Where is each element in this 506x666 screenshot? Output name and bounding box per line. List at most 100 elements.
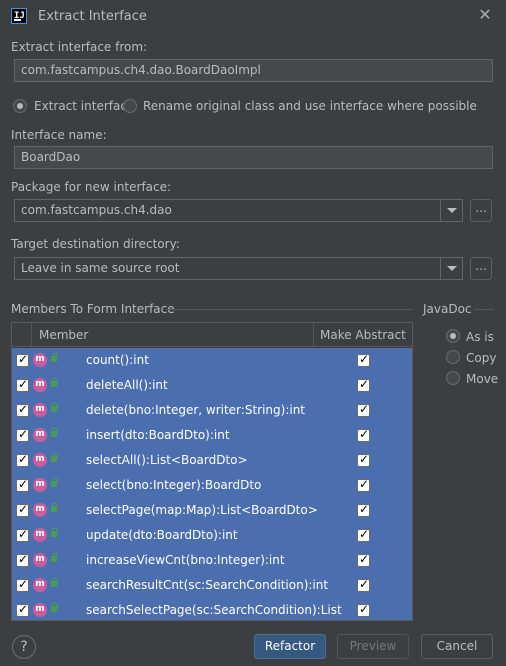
- package-combo[interactable]: com.fastcampus.ch4.dao: [14, 199, 463, 222]
- extract-from-label: Extract interface from:: [11, 40, 148, 54]
- rename-original-radio[interactable]: [123, 99, 137, 113]
- table-row[interactable]: m deleteAll():int: [12, 373, 412, 398]
- make-abstract-checkbox[interactable]: [357, 452, 370, 467]
- interface-name-label: Interface name:: [11, 128, 107, 142]
- member-signature: insert(dto:BoardDto):int: [86, 428, 230, 442]
- rename-original-label[interactable]: Rename original class and use interface …: [143, 99, 477, 113]
- member-signature: deleteAll():int: [86, 378, 168, 392]
- lock-icon: [51, 503, 58, 512]
- make-abstract-checkbox[interactable]: [357, 477, 370, 492]
- method-icon: m: [33, 378, 47, 392]
- member-signature: select(bno:Integer):BoardDto: [86, 478, 262, 492]
- preview-button[interactable]: Preview: [337, 634, 409, 659]
- chevron-down-icon[interactable]: [440, 258, 462, 279]
- make-abstract-checkbox[interactable]: [357, 377, 370, 392]
- lock-icon: [51, 603, 58, 612]
- method-icon: m: [33, 603, 47, 617]
- member-checkbox[interactable]: [16, 402, 29, 417]
- interface-name-field[interactable]: BoardDao: [14, 146, 493, 169]
- table-row[interactable]: m delete(bno:Integer, writer:String):int: [12, 398, 412, 423]
- member-signature: searchResultCnt(sc:SearchCondition):int: [86, 578, 329, 592]
- lock-icon: [51, 528, 58, 537]
- member-checkbox[interactable]: [16, 352, 29, 367]
- member-checkbox[interactable]: [16, 527, 29, 542]
- table-row[interactable]: m count():int: [12, 348, 412, 373]
- members-table[interactable]: Member Make Abstract m count():int m delet…: [11, 322, 413, 621]
- table-row[interactable]: m select(bno:Integer):BoardDto: [12, 473, 412, 498]
- member-checkbox[interactable]: [16, 377, 29, 392]
- chevron-down-icon[interactable]: [440, 200, 462, 221]
- javadoc-move-radio[interactable]: [446, 371, 460, 385]
- lock-icon: [51, 353, 58, 362]
- make-abstract-checkbox[interactable]: [357, 352, 370, 367]
- lock-icon: [51, 378, 58, 387]
- members-separator: [166, 309, 413, 310]
- method-icon: m: [33, 353, 47, 367]
- method-icon: m: [33, 478, 47, 492]
- javadoc-copy-radio[interactable]: [446, 350, 460, 364]
- javadoc-copy-label[interactable]: Copy: [466, 351, 496, 365]
- help-button[interactable]: ?: [12, 635, 36, 659]
- method-icon: m: [33, 453, 47, 467]
- method-icon: m: [33, 578, 47, 592]
- table-row[interactable]: m increaseViewCnt(bno:Integer):int: [12, 548, 412, 573]
- member-checkbox[interactable]: [16, 552, 29, 567]
- package-value: com.fastcampus.ch4.dao: [21, 203, 172, 217]
- method-icon: m: [33, 528, 47, 542]
- table-row[interactable]: m selectAll():List<BoardDto>: [12, 448, 412, 473]
- javadoc-title: JavaDoc: [423, 302, 472, 316]
- lock-icon: [51, 478, 58, 487]
- lock-icon: [51, 578, 58, 587]
- make-abstract-checkbox[interactable]: [357, 502, 370, 517]
- lock-icon: [51, 403, 58, 412]
- refactor-button[interactable]: Refactor: [254, 634, 326, 659]
- cancel-button[interactable]: Cancel: [421, 634, 493, 659]
- method-icon: m: [33, 503, 47, 517]
- javadoc-move-label[interactable]: Move: [466, 372, 498, 386]
- method-icon: m: [33, 428, 47, 442]
- target-dir-combo[interactable]: Leave in same source root: [14, 257, 463, 280]
- table-row[interactable]: m selectPage(map:Map):List<BoardDto>: [12, 498, 412, 523]
- member-signature: increaseViewCnt(bno:Integer):int: [86, 553, 285, 567]
- target-dir-browse-button[interactable]: ...: [470, 257, 492, 280]
- member-signature: update(dto:BoardDto):int: [86, 528, 238, 542]
- method-icon: m: [33, 553, 47, 567]
- make-abstract-checkbox[interactable]: [357, 527, 370, 542]
- table-row[interactable]: m insert(dto:BoardDto):int: [12, 423, 412, 448]
- javadoc-separator: [474, 309, 494, 310]
- make-abstract-checkbox[interactable]: [357, 602, 370, 617]
- column-divider: [31, 323, 32, 347]
- extract-from-field[interactable]: com.fastcampus.ch4.dao.BoardDaoImpl: [14, 59, 493, 82]
- member-checkbox[interactable]: [16, 452, 29, 467]
- member-checkbox[interactable]: [16, 502, 29, 517]
- javadoc-as-is-radio[interactable]: [446, 329, 460, 343]
- package-browse-button[interactable]: ...: [470, 199, 492, 222]
- members-section-title: Members To Form Interface: [11, 302, 175, 316]
- target-dir-label: Target destination directory:: [11, 237, 180, 251]
- make-abstract-checkbox[interactable]: [357, 552, 370, 567]
- javadoc-as-is-label[interactable]: As is: [466, 330, 494, 344]
- table-row[interactable]: m update(dto:BoardDto):int: [12, 523, 412, 548]
- make-abstract-checkbox[interactable]: [357, 427, 370, 442]
- close-icon[interactable]: ✕: [476, 6, 494, 24]
- make-abstract-checkbox[interactable]: [357, 577, 370, 592]
- member-signature: searchSelectPage(sc:SearchCondition):Lis…: [86, 603, 342, 617]
- extract-interface-label[interactable]: Extract interface: [34, 99, 134, 113]
- member-checkbox[interactable]: [16, 602, 29, 617]
- method-icon: m: [33, 403, 47, 417]
- member-checkbox[interactable]: [16, 477, 29, 492]
- member-checkbox[interactable]: [16, 427, 29, 442]
- member-checkbox[interactable]: [16, 577, 29, 592]
- table-header: Member Make Abstract: [12, 323, 412, 347]
- table-row[interactable]: m searchSelectPage(sc:SearchCondition):Li…: [12, 598, 412, 620]
- member-column-header[interactable]: Member: [39, 328, 88, 342]
- lock-icon: [51, 453, 58, 462]
- make-abstract-checkbox[interactable]: [357, 402, 370, 417]
- member-signature: selectPage(map:Map):List<BoardDto>: [86, 503, 318, 517]
- package-label: Package for new interface:: [11, 180, 172, 194]
- table-row[interactable]: m searchResultCnt(sc:SearchCondition):int: [12, 573, 412, 598]
- dialog-title: Extract Interface: [38, 9, 147, 24]
- make-abstract-column-header[interactable]: Make Abstract: [320, 328, 406, 342]
- member-signature: selectAll():List<BoardDto>: [86, 453, 248, 467]
- extract-interface-radio[interactable]: [13, 99, 27, 113]
